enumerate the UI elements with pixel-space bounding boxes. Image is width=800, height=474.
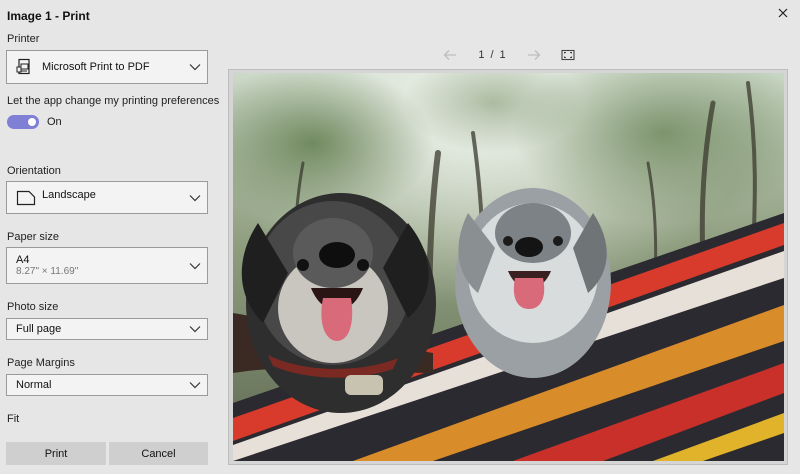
- window-title: Image 1 - Print: [7, 9, 90, 23]
- chevron-down-icon: [189, 262, 201, 269]
- cancel-button[interactable]: Cancel: [109, 442, 208, 465]
- paper-size-dimensions: 8.27" × 11.69": [16, 266, 79, 277]
- chevron-down-icon: [189, 382, 201, 389]
- page-margins-label: Page Margins: [7, 357, 75, 369]
- photo-size-label: Photo size: [7, 301, 59, 313]
- printer-label: Printer: [7, 33, 40, 45]
- fit-label: Fit: [7, 413, 20, 425]
- preferences-toggle[interactable]: [7, 115, 39, 129]
- toggle-knob: [28, 118, 36, 126]
- paper-size-label: Paper size: [7, 231, 59, 243]
- preferences-label: Let the app change my printing preferenc…: [7, 95, 220, 107]
- photo-size-value: Full page: [16, 323, 62, 335]
- chevron-down-icon: [189, 194, 201, 201]
- orientation-select[interactable]: Landscape: [6, 181, 208, 214]
- arrow-left-icon: [443, 50, 456, 60]
- total-pages: 1: [499, 49, 506, 61]
- page-landscape-icon: [16, 190, 36, 205]
- printer-value: Microsoft Print to PDF: [42, 61, 150, 73]
- orientation-label: Orientation: [7, 165, 61, 177]
- fit-to-window-icon: [561, 49, 575, 61]
- current-page: 1: [478, 49, 485, 61]
- printer-select[interactable]: Microsoft Print to PDF: [6, 50, 208, 84]
- close-button[interactable]: [774, 4, 792, 22]
- print-button[interactable]: Print: [6, 442, 106, 465]
- page-separator: /: [490, 49, 494, 61]
- paper-size-select[interactable]: A4 8.27" × 11.69": [6, 247, 208, 284]
- chevron-down-icon: [189, 326, 201, 333]
- page-margins-value: Normal: [16, 379, 52, 391]
- toggle-state-label: On: [47, 116, 62, 128]
- printer-icon: [16, 58, 30, 75]
- preview-image: [233, 73, 784, 461]
- page-margins-select[interactable]: Normal: [6, 374, 208, 396]
- arrow-right-icon: [528, 50, 541, 60]
- paper-size-value: A4: [16, 254, 30, 266]
- photo-size-select[interactable]: Full page: [6, 318, 208, 340]
- photo-dogs-in-hammock: [233, 73, 784, 461]
- orientation-value: Landscape: [42, 188, 96, 201]
- close-icon: [778, 8, 788, 18]
- next-page-button[interactable]: [524, 46, 544, 64]
- chevron-down-icon: [189, 64, 201, 71]
- page-indicator: 1 / 1: [474, 46, 510, 64]
- fit-to-window-button[interactable]: [559, 46, 577, 64]
- previous-page-button[interactable]: [440, 46, 460, 64]
